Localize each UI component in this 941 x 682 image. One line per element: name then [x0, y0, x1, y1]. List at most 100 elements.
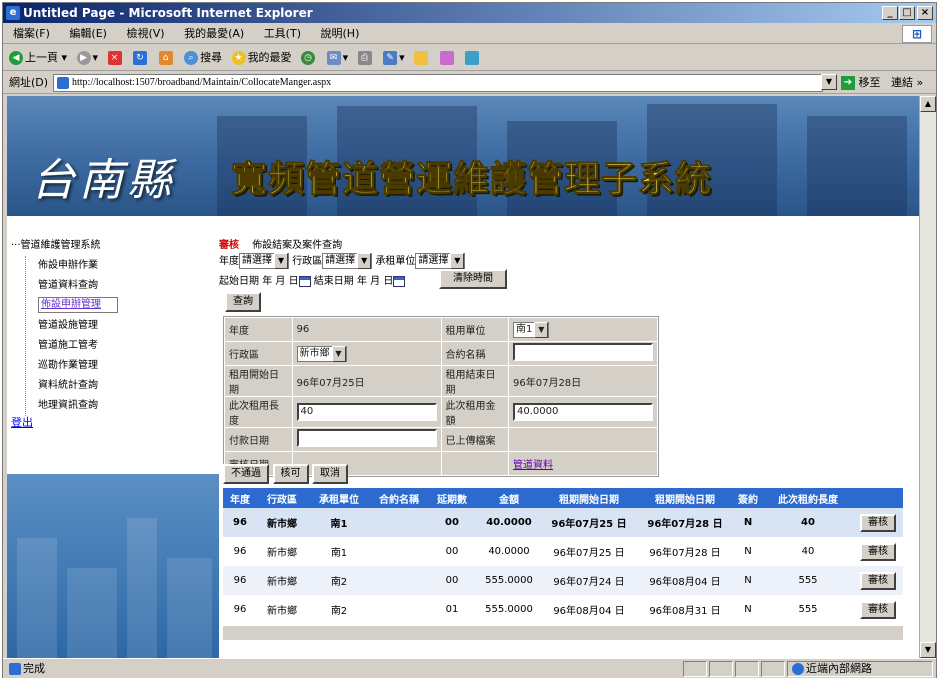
- table-cell: 96年07月28 日: [637, 508, 733, 537]
- table-cell: 南1: [330, 548, 348, 559]
- table-cell: 96年07月25 日: [541, 508, 637, 537]
- table-row[interactable]: 96 新市鄉 南2 00 555.0000 96年07月24 日 96年08月04 日 N 55…: [223, 566, 903, 595]
- tab-close-query[interactable]: 佈設結案及案件查詢: [252, 240, 342, 251]
- scroll-up-icon[interactable]: ▲: [920, 96, 936, 112]
- menu-tools[interactable]: 工具(T): [264, 27, 301, 40]
- edit-button[interactable]: ✎ ▾: [383, 45, 405, 71]
- amount-input[interactable]: 40.0000: [513, 403, 653, 421]
- menu-file[interactable]: 檔案(F): [13, 27, 50, 40]
- chevron-down-icon: ▼: [331, 345, 346, 362]
- col-contract[interactable]: 合約名稱: [371, 488, 427, 508]
- cancel-button[interactable]: 取消: [312, 464, 348, 484]
- mail-button[interactable]: ✉ ▾: [326, 45, 348, 71]
- messenger-button[interactable]: [465, 45, 481, 71]
- window-title: Untitled Page - Microsoft Internet Explo…: [23, 6, 313, 20]
- day-unit: 日: [383, 276, 394, 287]
- sidebar-item-gis[interactable]: 地理資訊查詢: [38, 396, 118, 416]
- sidebar-item-apply-manage[interactable]: 佈設申辦管理: [38, 297, 118, 313]
- detail-contract-cell: [508, 341, 658, 366]
- district-detail-select[interactable]: 新市鄉 ▼: [296, 345, 347, 362]
- approve-button[interactable]: 核可: [272, 464, 309, 484]
- back-button[interactable]: ◀ 上一頁 ▾: [9, 45, 67, 71]
- page-content: 台南縣 寬頻管道營運維護管理子系統 ···管道維護管理系統 佈設申辦作業 管道資…: [7, 96, 919, 658]
- review-button[interactable]: 審核: [860, 571, 896, 590]
- close-button[interactable]: ×: [917, 6, 933, 20]
- menu-view[interactable]: 檢視(V): [126, 27, 164, 40]
- reject-button[interactable]: 不通過: [223, 464, 269, 484]
- menu-edit[interactable]: 編輯(E): [69, 27, 107, 40]
- table-cell: 40: [801, 546, 815, 557]
- review-button[interactable]: 審核: [860, 542, 896, 561]
- menu-help[interactable]: 說明(H): [321, 27, 360, 40]
- table-cell: 96年07月25 日: [553, 548, 625, 559]
- sidebar-item-facility[interactable]: 管道設施管理: [38, 316, 118, 336]
- clear-time-button[interactable]: 清除時間: [439, 269, 507, 289]
- year-select[interactable]: 請選擇 ▼: [239, 253, 289, 269]
- col-year[interactable]: 年度: [223, 488, 257, 508]
- sidebar-item-pipe-query[interactable]: 管道資料查詢: [38, 276, 118, 296]
- menu-favorites[interactable]: 我的最愛(A): [184, 27, 244, 40]
- detail-end-label: 租用結束日期: [440, 365, 509, 397]
- lessee-filter-label: 承租單位: [375, 256, 416, 267]
- col-start-date[interactable]: 租期開始日期: [541, 488, 637, 508]
- sidebar-item-patrol[interactable]: 巡勘作業管理: [38, 356, 118, 376]
- sidebar-item-statistics[interactable]: 資料統計查詢: [38, 376, 118, 396]
- table-cell: 審核: [853, 566, 903, 595]
- table-row[interactable]: 96 新市鄉 南1 00 40.0000 96年07月25 日 96年07月28 日 N 40 審…: [223, 508, 903, 537]
- length-input[interactable]: 40: [296, 403, 437, 421]
- col-end-date[interactable]: 租期開始日期: [637, 488, 733, 508]
- col-length[interactable]: 此次租約長度: [763, 488, 853, 508]
- refresh-button[interactable]: ↻: [133, 45, 149, 71]
- history-button[interactable]: ◷: [301, 45, 317, 71]
- col-action: [853, 488, 903, 508]
- col-district[interactable]: 行政區: [257, 488, 307, 508]
- maximize-button[interactable]: □: [899, 6, 915, 20]
- contract-name-input[interactable]: [513, 343, 653, 361]
- home-button[interactable]: ⌂: [158, 45, 175, 71]
- detail-upload-label: 已上傳檔案: [440, 427, 509, 452]
- stop-button[interactable]: ×: [107, 45, 124, 71]
- minimize-button[interactable]: _: [882, 6, 898, 20]
- table-cell: 01: [445, 604, 459, 615]
- table-row[interactable]: 96 新市鄉 南1 00 40.0000 96年07月25 日 96年07月28 日 N 40 審…: [223, 537, 903, 566]
- favorites-button[interactable]: ★ 我的最愛: [231, 45, 292, 71]
- review-button[interactable]: 審核: [860, 513, 896, 532]
- sidebar-item-apply[interactable]: 佈設申辦作業: [38, 256, 118, 276]
- table-row[interactable]: 96 新市鄉 南2 01 555.0000 96年08月04 日 96年08月31 日 N 55…: [223, 595, 903, 624]
- lessee-select[interactable]: 請選擇 ▼: [415, 253, 466, 269]
- col-lessee[interactable]: 承租單位: [307, 488, 371, 508]
- address-input[interactable]: http://localhost:1507/broadband/Maintain…: [53, 74, 823, 92]
- calendar-icon[interactable]: [298, 275, 311, 287]
- tab-review[interactable]: 審核: [219, 240, 239, 251]
- go-button[interactable]: ➔ 移至: [841, 72, 881, 94]
- print-button[interactable]: ⎙: [357, 45, 374, 71]
- page-done-icon: [9, 663, 21, 675]
- table-cell: 審核: [853, 508, 903, 537]
- vertical-scrollbar[interactable]: ▲ ▼: [919, 96, 936, 658]
- forward-button[interactable]: ▶ ▾: [76, 45, 98, 71]
- pipe-data-link[interactable]: 管道資料: [513, 460, 553, 471]
- calendar-icon[interactable]: [393, 275, 406, 287]
- research-button[interactable]: [439, 45, 456, 71]
- unit-select[interactable]: 南1 ▼: [513, 321, 550, 338]
- detail-end-value: 96年07月28日: [508, 365, 658, 397]
- search-button[interactable]: ⌕ 搜尋: [184, 45, 222, 71]
- sidebar-item-construction[interactable]: 管道施工管考: [38, 336, 118, 356]
- back-arrow-icon: ◀: [9, 51, 23, 65]
- sidebar-building: [127, 518, 157, 658]
- review-button[interactable]: 審核: [860, 600, 896, 619]
- query-button[interactable]: 查詢: [225, 292, 261, 312]
- links-button[interactable]: 連結 »: [891, 72, 923, 94]
- col-amount[interactable]: 金額: [477, 488, 541, 508]
- page-icon: [57, 77, 69, 89]
- pay-date-input[interactable]: [296, 429, 437, 447]
- folder-button[interactable]: [414, 45, 430, 71]
- col-signed[interactable]: 簽約: [733, 488, 763, 508]
- start-date-label: 起始日期: [219, 276, 259, 287]
- scroll-down-icon[interactable]: ▼: [920, 642, 936, 658]
- district-select[interactable]: 請選擇 ▼: [322, 253, 373, 269]
- logout-link[interactable]: 登出: [11, 414, 33, 430]
- col-extensions[interactable]: 延期數: [427, 488, 477, 508]
- address-dropdown-button[interactable]: ▼: [821, 74, 837, 90]
- nav-root[interactable]: ···管道維護管理系統: [11, 236, 118, 256]
